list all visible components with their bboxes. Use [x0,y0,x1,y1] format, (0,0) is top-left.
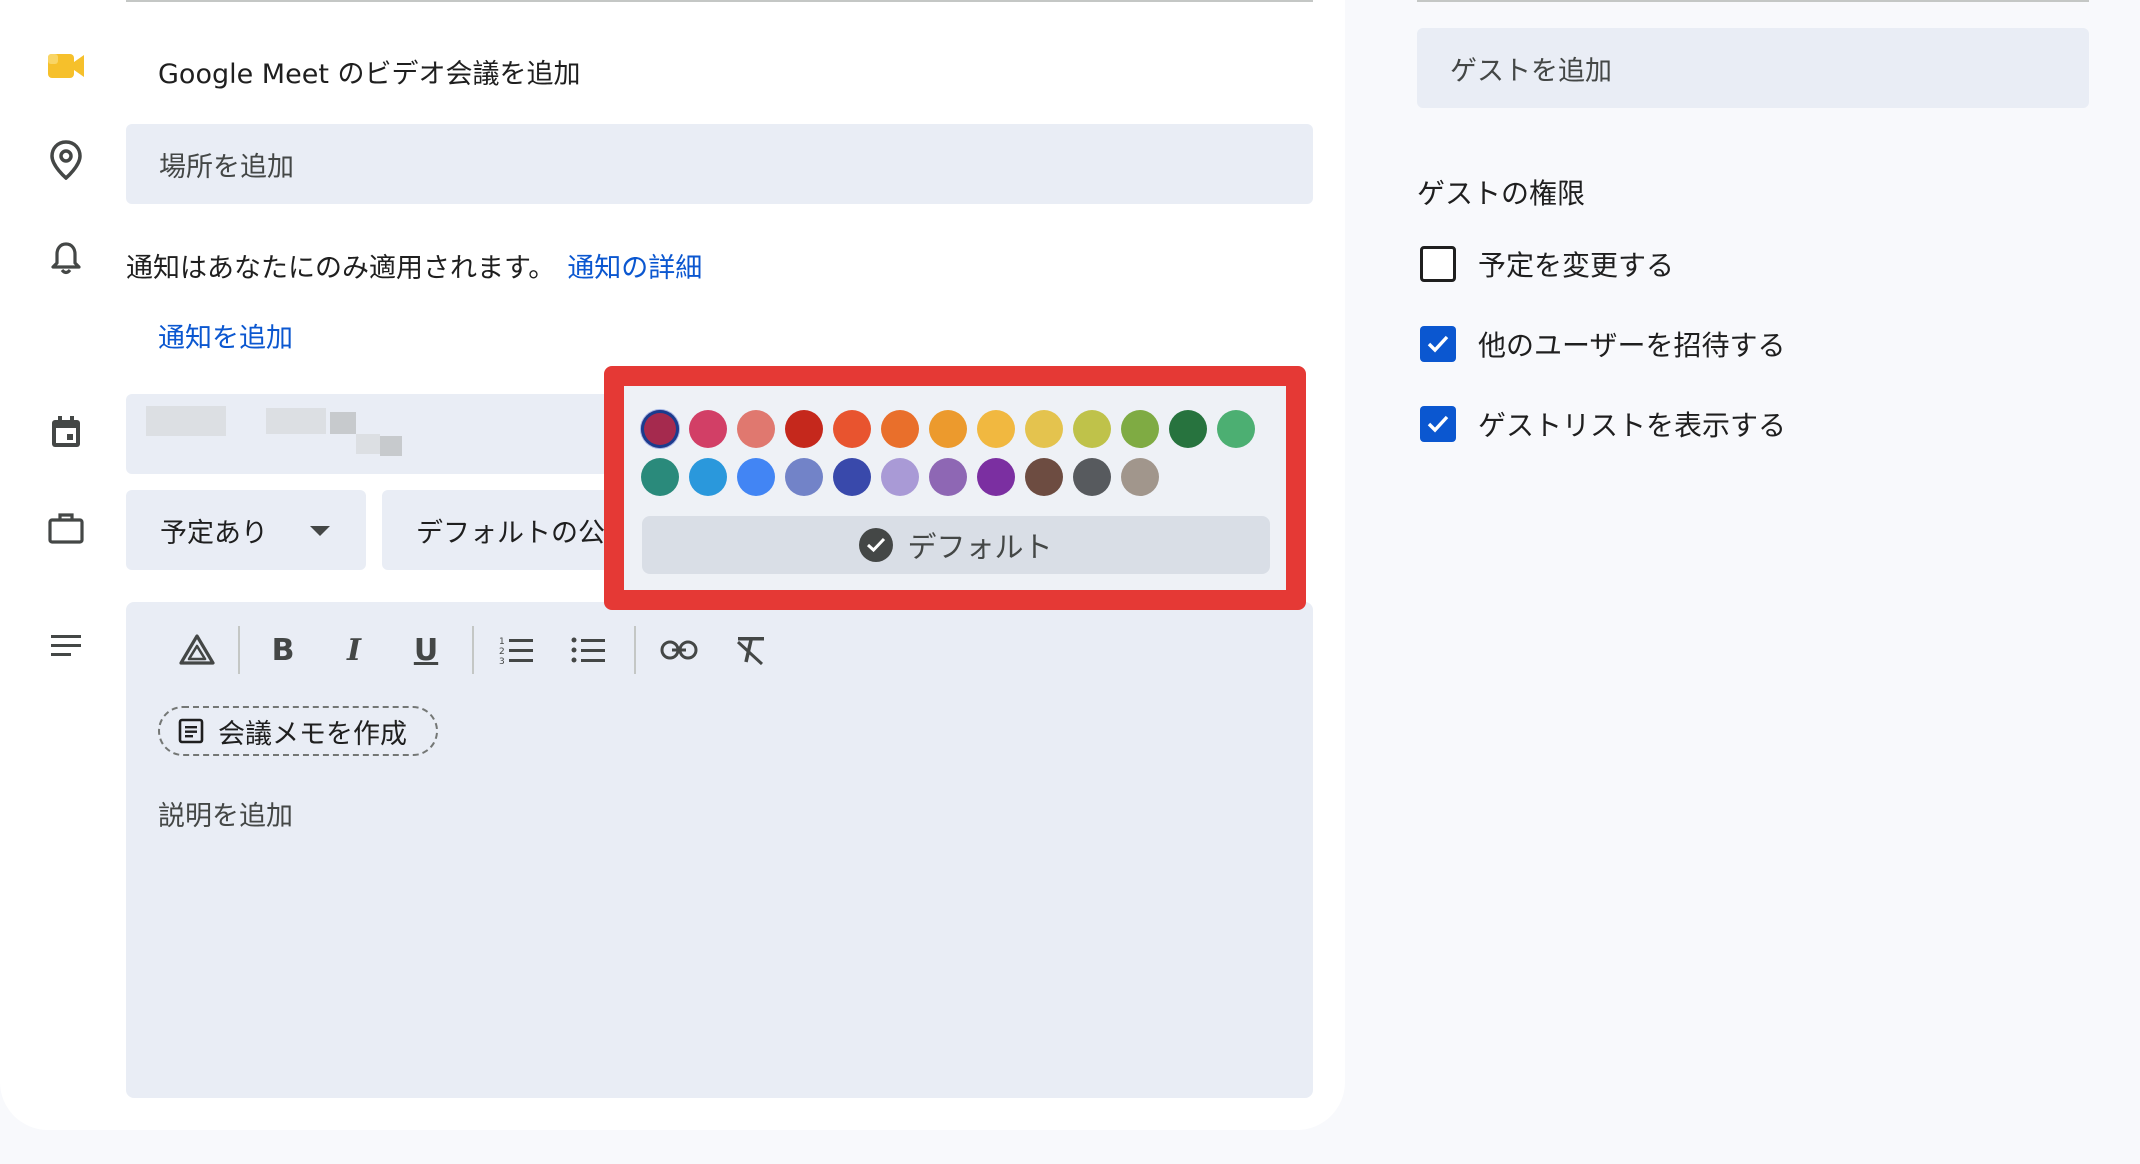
permission-invite-others[interactable]: 他のユーザーを招待する [1420,324,1785,364]
color-swatch[interactable] [641,458,679,496]
check-circle-icon [859,528,894,562]
color-swatch[interactable] [1169,410,1207,448]
visibility-value: デフォルトの公開設定 [416,517,612,549]
notes-icon [178,718,204,744]
checkbox-checked[interactable] [1420,326,1456,362]
briefcase-icon [44,506,88,550]
description-placeholder: 説明を追加 [158,801,293,832]
visibility-dropdown[interactable]: デフォルトの公開設定 [382,490,612,570]
permission-modify-event[interactable]: 予定を変更する [1420,244,1674,284]
color-swatch[interactable] [833,410,871,448]
notification-details-link[interactable]: 通知の詳細 [567,253,702,284]
toolbar-separator [472,626,474,674]
calendar-icon [44,410,88,454]
color-swatch[interactable] [1217,410,1255,448]
color-swatch[interactable] [737,458,775,496]
notification-info-text: 通知はあなたにのみ適用されます。 [126,253,556,284]
create-meeting-notes-label: 会議メモを作成 [218,718,407,750]
color-swatch[interactable] [689,410,727,448]
link-icon[interactable] [653,624,705,676]
color-swatch[interactable] [977,458,1015,496]
color-swatch[interactable] [1121,410,1159,448]
description-editor[interactable]: B I U 123 会議メモを作成 説明を追加 [126,602,1313,1098]
default-color-button[interactable]: デフォルト [642,516,1270,574]
underline-icon[interactable]: U [400,624,452,676]
color-swatch[interactable] [737,410,775,448]
color-swatch[interactable] [881,410,919,448]
color-swatch[interactable] [977,410,1015,448]
add-guest-input[interactable]: ゲストを追加 [1417,28,2089,108]
location-pin-icon [44,138,88,182]
add-meet-link[interactable]: Google Meet のビデオ会議を追加 [158,52,580,91]
availability-dropdown[interactable]: 予定あり [126,490,366,570]
color-swatch-row-2 [641,458,1159,496]
color-swatch-row-1 [641,410,1255,448]
google-meet-icon [44,44,88,88]
svg-text:3: 3 [499,657,505,665]
svg-text:1: 1 [499,637,505,647]
clear-format-icon[interactable] [724,624,776,676]
color-swatch[interactable] [641,410,679,448]
availability-value: 予定あり [160,517,268,549]
toolbar-separator [634,626,636,674]
guest-permissions-title: ゲストの権限 [1417,177,1586,210]
default-color-label: デフォルト [907,530,1053,564]
permission-label: ゲストリストを表示する [1478,409,1787,442]
numbered-list-icon[interactable]: 123 [491,624,543,676]
checkbox-unchecked[interactable] [1420,246,1456,282]
permission-label: 予定を変更する [1478,249,1675,282]
color-swatch[interactable] [1121,458,1159,496]
location-input[interactable]: 場所を追加 [126,124,1313,204]
color-swatch[interactable] [689,458,727,496]
chevron-down-icon [310,526,330,536]
toolbar-separator [238,626,240,674]
color-swatch[interactable] [785,458,823,496]
svg-text:2: 2 [499,647,505,657]
permission-see-guest-list[interactable]: ゲストリストを表示する [1420,404,1786,444]
checkbox-checked[interactable] [1420,406,1456,442]
guest-underline [1417,0,2089,2]
bold-icon[interactable]: B [257,624,309,676]
color-swatch[interactable] [1073,410,1111,448]
color-swatch[interactable] [1025,410,1063,448]
permission-label: 他のユーザーを招待する [1478,329,1786,362]
color-swatch[interactable] [929,410,967,448]
create-meeting-notes-button[interactable]: 会議メモを作成 [158,706,438,756]
calendar-selector[interactable] [126,394,616,474]
color-swatch[interactable] [1025,458,1063,496]
bulleted-list-icon[interactable] [563,624,615,676]
color-swatch[interactable] [1073,458,1111,496]
italic-icon[interactable]: I [328,624,380,676]
bell-icon [44,236,88,280]
drive-icon[interactable] [171,624,223,676]
color-swatch[interactable] [785,410,823,448]
color-swatch[interactable] [881,458,919,496]
color-swatch[interactable] [929,458,967,496]
color-swatch[interactable] [833,458,871,496]
description-icon [44,624,88,668]
title-underline [126,0,1313,2]
add-notification-link[interactable]: 通知を追加 [158,316,293,355]
notification-info: 通知はあなたにのみ適用されます。 通知の詳細 [126,246,702,285]
